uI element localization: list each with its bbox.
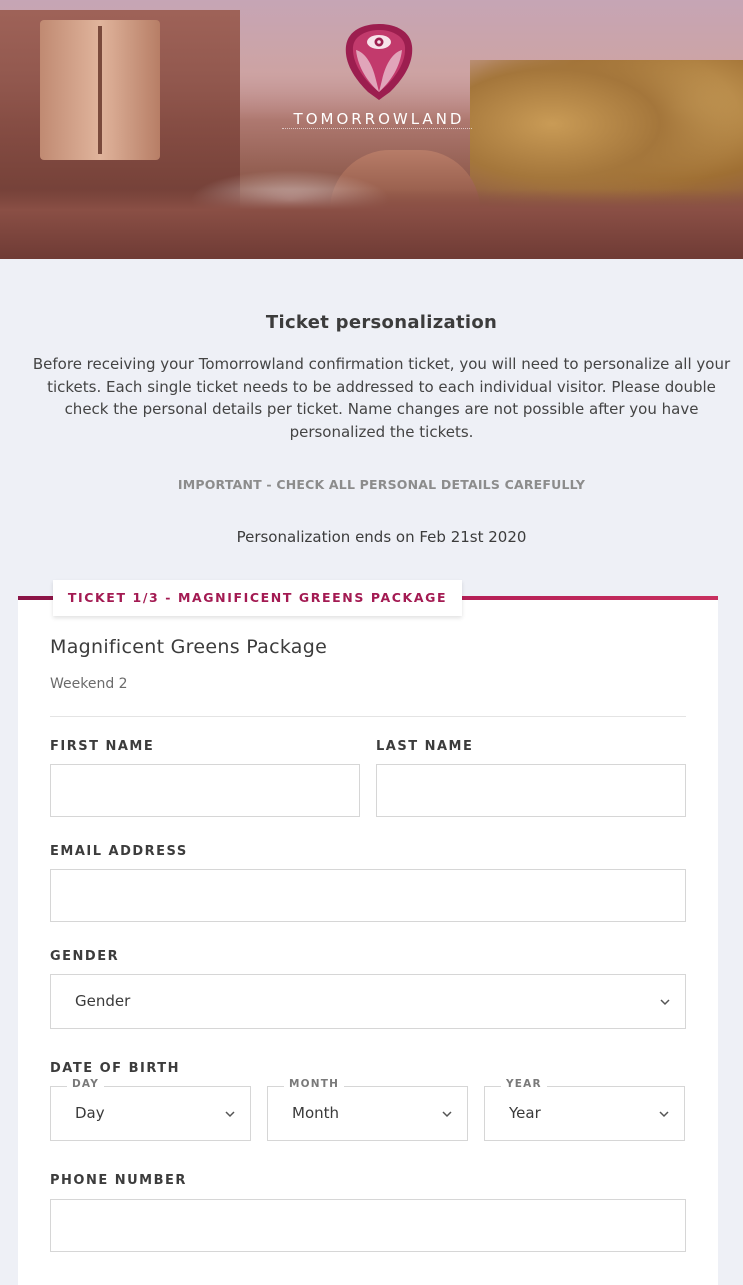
package-weekend: Weekend 2	[50, 676, 128, 692]
tomorrowland-logo-icon[interactable]	[342, 20, 416, 102]
email-field[interactable]	[50, 869, 686, 922]
intro-paragraph: Before receiving your Tomorrowland confi…	[32, 355, 731, 441]
package-title: Magnificent Greens Package	[50, 636, 328, 658]
dob-month-select[interactable]: MONTH Month	[267, 1078, 468, 1141]
dob-day-select[interactable]: DAY Day	[50, 1078, 251, 1141]
phone-input[interactable]	[51, 1200, 685, 1251]
dob-year-select[interactable]: YEAR Year	[484, 1078, 685, 1141]
dob-year-value: Year	[509, 1104, 541, 1122]
first-name-label: FIRST NAME	[50, 739, 155, 754]
chevron-down-icon	[442, 1111, 452, 1118]
email-input[interactable]	[51, 870, 685, 921]
chevron-down-icon	[225, 1111, 235, 1118]
deadline-text: Personalization ends on Feb 21st 2020	[236, 528, 527, 546]
hero-book-decoration	[40, 20, 160, 160]
page-right-edge	[735, 680, 743, 1285]
gender-selected-value: Gender	[75, 992, 131, 1010]
last-name-label: LAST NAME	[376, 739, 474, 754]
dob-day-value: Day	[75, 1104, 105, 1122]
gender-label: GENDER	[50, 949, 120, 964]
brand-tagline-line	[282, 128, 472, 132]
gender-select[interactable]: Gender	[50, 974, 686, 1029]
card-divider	[50, 716, 686, 717]
phone-field[interactable]	[50, 1199, 686, 1252]
dob-label: DATE OF BIRTH	[50, 1061, 180, 1076]
chevron-down-icon	[660, 999, 670, 1006]
hero-crowd	[0, 189, 743, 259]
important-notice: IMPORTANT - CHECK ALL PERSONAL DETAILS C…	[177, 477, 586, 492]
first-name-field[interactable]	[50, 764, 360, 817]
brand-name: TOMORROWLAND	[293, 110, 465, 128]
phone-label: PHONE NUMBER	[50, 1173, 187, 1188]
chevron-down-icon	[659, 1111, 669, 1118]
first-name-input[interactable]	[51, 765, 359, 816]
last-name-input[interactable]	[377, 765, 685, 816]
ticket-tab[interactable]: TICKET 1/3 - MAGNIFICENT GREENS PACKAGE	[53, 580, 462, 616]
last-name-field[interactable]	[376, 764, 686, 817]
email-label: EMAIL ADDRESS	[50, 844, 188, 859]
page-title: Ticket personalization	[265, 312, 498, 333]
dob-month-value: Month	[292, 1104, 340, 1122]
